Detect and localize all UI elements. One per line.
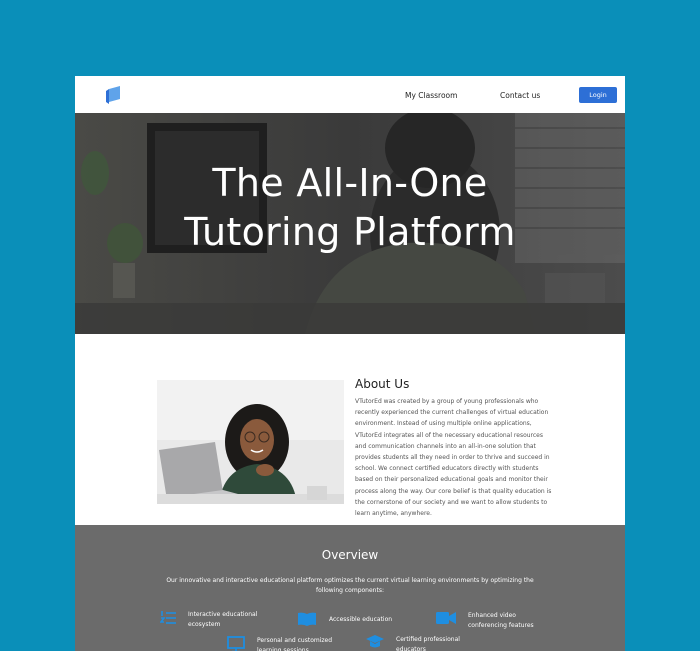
about-title: About Us: [355, 377, 410, 391]
feature-item: Certified professional educators: [366, 635, 471, 651]
about-section: About Us VTutorEd was created by a group…: [75, 334, 625, 525]
feature-label: Certified professional educators: [396, 636, 460, 651]
feature-item: Enhanced video conferencing features: [436, 611, 543, 630]
overview-title: Overview: [321, 548, 379, 562]
book-icon: [298, 612, 316, 626]
site-header: My Classroom Contact us Login: [75, 76, 625, 113]
student-photo: [157, 380, 344, 504]
ordered-list-icon: [160, 611, 176, 624]
overview-text: Our innovative and interactive education…: [166, 577, 534, 594]
feature-label: Personal and customized learning session…: [257, 637, 333, 651]
nav-my-classroom[interactable]: My Classroom: [405, 91, 457, 100]
logo-icon[interactable]: [106, 86, 120, 104]
landing-page: My Classroom Contact us Login The All-In…: [75, 76, 625, 651]
overview-section: Overview Our innovative and interactive …: [75, 525, 625, 651]
hero-title-line-2: Tutoring Platform: [184, 210, 516, 254]
about-photo: [157, 380, 344, 504]
feature-label: Accessible education: [329, 616, 393, 623]
nav-contact-us[interactable]: Contact us: [500, 91, 540, 100]
login-button[interactable]: Login: [579, 87, 617, 103]
feature-item: Personal and customized learning session…: [227, 636, 347, 651]
feature-item: Accessible education: [297, 612, 409, 626]
monitor-icon: [227, 636, 245, 651]
video-camera-icon: [436, 612, 456, 624]
hero-title: The All-In-One Tutoring Platform: [75, 159, 625, 257]
about-text: VTutorEd was created by a group of young…: [355, 398, 552, 518]
hero-banner: The All-In-One Tutoring Platform: [75, 113, 625, 334]
hero-title-line-1: The All-In-One: [212, 161, 488, 205]
feature-label: Enhanced video conferencing features: [468, 612, 534, 629]
graduation-cap-icon: [366, 635, 384, 648]
feature-item: Interactive educational ecosystem: [160, 610, 263, 629]
feature-label: Interactive educational ecosystem: [188, 611, 258, 628]
